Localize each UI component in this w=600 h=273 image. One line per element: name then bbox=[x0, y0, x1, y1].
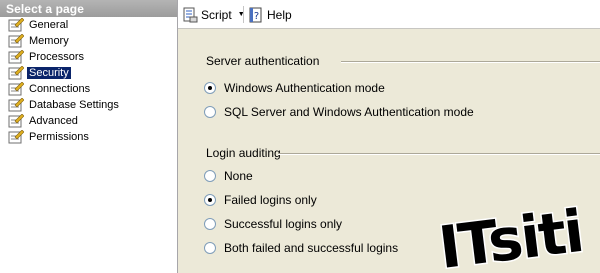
radio-label: None bbox=[224, 169, 253, 183]
toolbar-separator bbox=[243, 6, 244, 23]
page-item-label: Permissions bbox=[29, 131, 89, 143]
svg-text:?: ? bbox=[254, 11, 259, 22]
radio-label: Successful logins only bbox=[224, 217, 343, 231]
script-button[interactable]: Script ▼ bbox=[182, 5, 245, 24]
radio-button[interactable] bbox=[204, 170, 216, 182]
script-label: Script bbox=[201, 7, 232, 22]
page-item-memory[interactable]: Memory bbox=[0, 33, 177, 49]
radio-sql-windows-auth[interactable]: SQL Server and Windows Authentication mo… bbox=[204, 104, 474, 120]
page-item-security[interactable]: Security bbox=[0, 65, 177, 81]
page-item-database-settings[interactable]: Database Settings bbox=[0, 97, 177, 113]
radio-windows-auth[interactable]: Windows Authentication mode bbox=[204, 80, 385, 96]
page-item-general[interactable]: General bbox=[0, 17, 177, 33]
radio-button[interactable] bbox=[204, 82, 216, 94]
help-label: Help bbox=[267, 7, 292, 22]
group-divider bbox=[278, 153, 600, 155]
page-item-label: General bbox=[29, 19, 69, 31]
script-icon bbox=[183, 7, 198, 22]
help-icon: ? bbox=[249, 7, 262, 22]
page-list: General Memory Processors Security Conne… bbox=[0, 17, 177, 145]
radio-button[interactable] bbox=[204, 194, 216, 206]
page-item-connections[interactable]: Connections bbox=[0, 81, 177, 97]
page-item-label: Advanced bbox=[29, 115, 78, 127]
radio-label: Both failed and successful logins bbox=[224, 241, 399, 255]
page-item-permissions[interactable]: Permissions bbox=[0, 129, 177, 145]
page-item-processors[interactable]: Processors bbox=[0, 49, 177, 65]
page-item-label: Security bbox=[26, 66, 72, 80]
help-button[interactable]: ? Help bbox=[248, 5, 292, 24]
server-auth-group-title: Server authentication bbox=[206, 54, 320, 68]
page-item-label: Database Settings bbox=[29, 99, 119, 111]
page-item-label: Connections bbox=[29, 83, 91, 95]
page-item-advanced[interactable]: Advanced bbox=[0, 113, 177, 129]
radio-button[interactable] bbox=[204, 242, 216, 254]
page-icon bbox=[8, 114, 24, 128]
page-icon bbox=[8, 66, 24, 80]
page-item-label: Memory bbox=[29, 35, 69, 47]
page-icon bbox=[8, 34, 24, 48]
itsiti-watermark-logo: ITsiti bbox=[434, 197, 587, 269]
radio-audit-none[interactable]: None bbox=[204, 168, 253, 184]
page-selector-pane: Select a page General Memory Processors … bbox=[0, 0, 178, 273]
page-icon bbox=[8, 98, 24, 112]
toolbar: Script ▼ ? Help bbox=[178, 0, 600, 29]
group-divider bbox=[341, 61, 600, 63]
radio-audit-successful[interactable]: Successful logins only bbox=[204, 216, 342, 232]
radio-label: Windows Authentication mode bbox=[224, 81, 385, 95]
radio-audit-failed[interactable]: Failed logins only bbox=[204, 192, 317, 208]
login-auditing-group-title: Login auditing bbox=[206, 146, 281, 160]
radio-button[interactable] bbox=[204, 106, 216, 118]
page-icon bbox=[8, 18, 24, 32]
radio-audit-both[interactable]: Both failed and successful logins bbox=[204, 240, 398, 256]
page-icon bbox=[8, 82, 24, 96]
page-selector-header: Select a page bbox=[0, 0, 177, 17]
radio-label: Failed logins only bbox=[224, 193, 317, 207]
svg-text:ITsiti: ITsiti bbox=[435, 197, 586, 269]
page-icon bbox=[8, 50, 24, 64]
radio-button[interactable] bbox=[204, 218, 216, 230]
page-icon bbox=[8, 130, 24, 144]
page-item-label: Processors bbox=[29, 51, 85, 63]
radio-label: SQL Server and Windows Authentication mo… bbox=[224, 105, 474, 119]
